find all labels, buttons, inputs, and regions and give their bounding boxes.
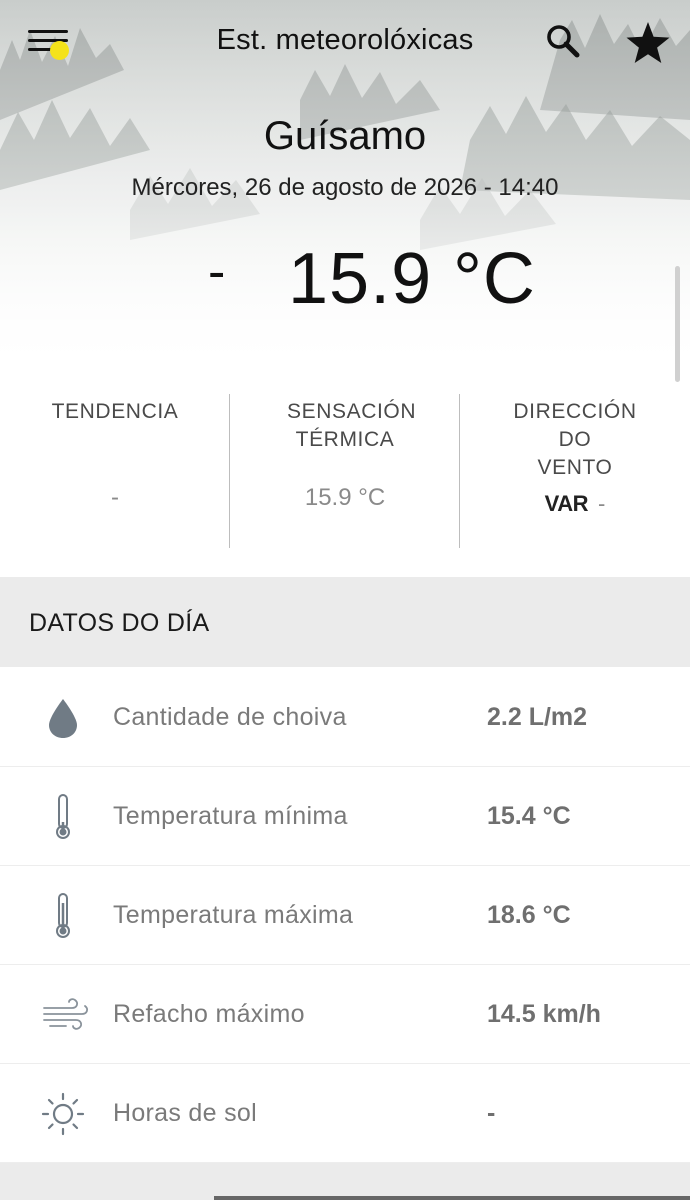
menu-icon [28, 30, 68, 33]
row-label: Cantidade de choiva [113, 703, 347, 731]
raindrop-icon [49, 699, 77, 738]
trend-value: - [111, 484, 119, 511]
section-title: DATOS DO DÍA [29, 609, 210, 637]
row-value: 2.2 L/m2 [487, 703, 588, 731]
daily-data-header: DATOS DO DÍA [0, 577, 690, 667]
search-button[interactable] [544, 22, 584, 62]
summary-panel: TENDENCIA - SENSACIÓN TÉRMICA 15.9 °C DI… [0, 378, 690, 576]
row-label: Temperatura máxima [113, 901, 354, 929]
thermometer-max-icon [56, 893, 70, 938]
wind-direction-code: VAR [544, 491, 589, 516]
next-section-band [0, 1163, 690, 1200]
row-value: 14.5 km/h [487, 1000, 601, 1028]
temperature-trend-indicator: - [208, 243, 226, 301]
list-item-min-temp: Temperatura mínima 15.4 °C [0, 767, 690, 866]
sun-icon [41, 1092, 85, 1136]
row-label: Temperatura mínima [113, 802, 348, 830]
daily-data-list: Cantidade de choiva 2.2 L/m2 Temperatura… [0, 668, 690, 1163]
list-item-rain: Cantidade de choiva 2.2 L/m2 [0, 668, 690, 767]
gesture-bar[interactable] [214, 1196, 690, 1200]
search-icon [547, 25, 580, 58]
wind-direction-value: VAR - [460, 490, 690, 518]
row-value: - [487, 1099, 496, 1127]
trend-label: TENDENCIA [51, 400, 179, 423]
row-value: 18.6 °C [487, 901, 571, 929]
hero-section: Est. meteorolóxicas Guísamo Mércores, 26… [0, 0, 690, 375]
wind-direction-label: DIRECCIÓN DO VENTO [513, 400, 637, 479]
thermometer-min-icon [56, 794, 70, 839]
row-value: 15.4 °C [487, 802, 571, 830]
notification-dot [50, 41, 69, 60]
wind-icon [43, 998, 89, 1030]
feels-like-value: 15.9 °C [304, 484, 386, 511]
wind-direction-column: DIRECCIÓN DO VENTO VAR - [460, 378, 690, 576]
top-app-bar: Est. meteorolóxicas [0, 0, 690, 86]
feels-like-column: SENSACIÓN TÉRMICA 15.9 °C [230, 378, 460, 576]
row-label: Horas de sol [113, 1099, 257, 1127]
menu-button[interactable] [26, 28, 72, 62]
temperature-value: 15.9 °C [288, 239, 536, 319]
feels-like-label: SENSACIÓN TÉRMICA [287, 400, 417, 451]
wind-speed-value: - [598, 491, 606, 516]
favorite-button[interactable] [624, 20, 672, 66]
observation-datetime: Mércores, 26 de agosto de 2026 - 14:40 [131, 174, 559, 201]
list-item-max-temp: Temperatura máxima 18.6 °C [0, 866, 690, 965]
row-label: Refacho máximo [113, 1000, 305, 1028]
list-item-sun-hours: Horas de sol - [0, 1064, 690, 1163]
star-icon [626, 22, 670, 63]
trend-column: TENDENCIA - [0, 378, 230, 576]
station-name: Guísamo [263, 114, 427, 158]
app-title: Est. meteorolóxicas [216, 24, 474, 56]
current-temperature: - 15.9 °C [0, 238, 690, 328]
list-item-wind-gust: Refacho máximo 14.5 km/h [0, 965, 690, 1064]
scrollbar[interactable] [675, 266, 680, 382]
